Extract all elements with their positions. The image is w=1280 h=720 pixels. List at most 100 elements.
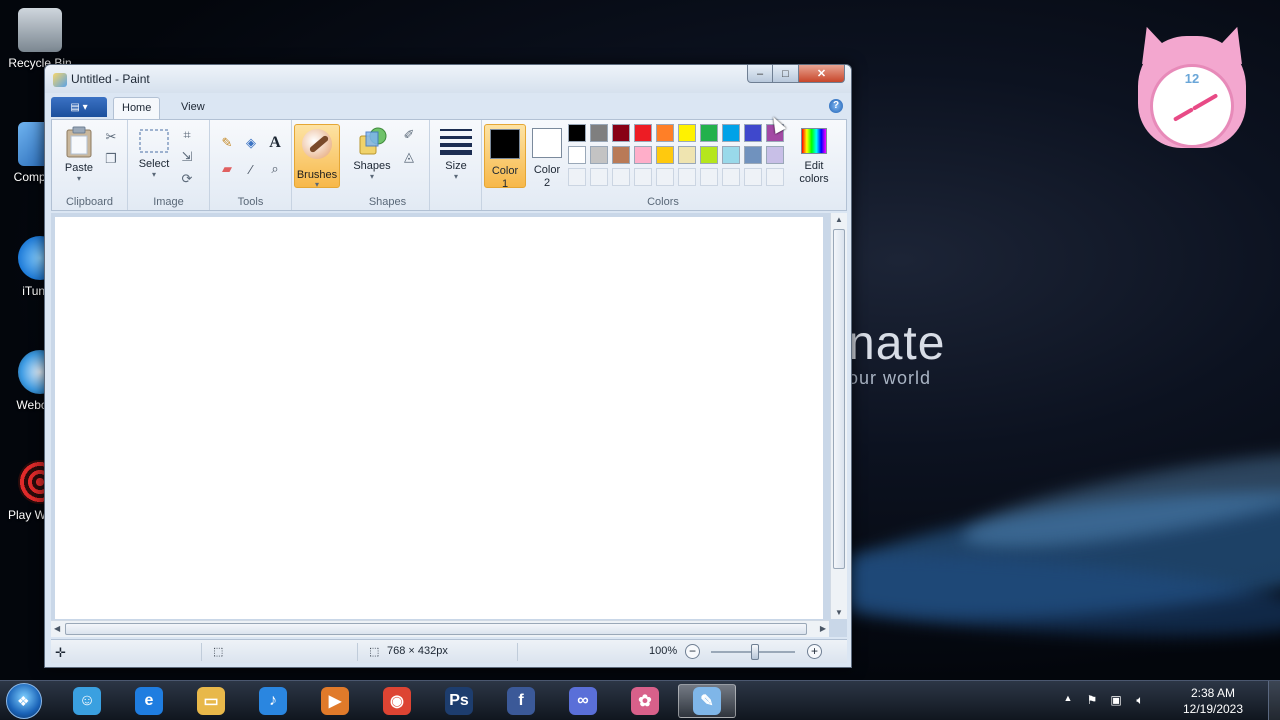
color-picker-icon[interactable]: ⁄ [242, 160, 260, 178]
palette-swatch[interactable] [700, 146, 718, 164]
taskbar-button-messenger[interactable]: ☺ [58, 684, 116, 718]
clipboard-icon [66, 126, 92, 158]
magnifier-icon[interactable]: ⌕ [266, 160, 284, 178]
title-bar[interactable]: Untitled - Paint – □ ✕ [45, 65, 851, 93]
show-hidden-icons-button[interactable]: ▲ [1060, 693, 1076, 709]
size-button[interactable]: Size ▾ [436, 126, 476, 181]
custom-palette-slot[interactable] [744, 168, 762, 186]
desktop-icon-recycle-bin[interactable]: Recycle Bin [4, 8, 76, 70]
status-bar: ✛ ⬚ ⬚ 768 × 432px 100% − + [51, 639, 847, 663]
fill-icon[interactable]: ◬ [400, 148, 418, 166]
custom-palette-slot[interactable] [678, 168, 696, 186]
vertical-scrollbar[interactable]: ▲ ▼ [830, 213, 847, 619]
palette-swatch[interactable] [656, 146, 674, 164]
color-2-button[interactable]: Color 2 [526, 124, 568, 189]
horizontal-scrollbar[interactable]: ◀ ▶ [51, 620, 829, 637]
vertical-scroll-thumb[interactable] [833, 229, 845, 569]
palette-swatch[interactable] [700, 124, 718, 142]
paint-menu-button[interactable]: ▤ ▾ [51, 97, 107, 117]
clock-gadget[interactable]: 12 [1131, 21, 1253, 156]
taskbar-button-internet-explorer[interactable]: e [120, 684, 178, 718]
show-desktop-button[interactable] [1268, 681, 1280, 720]
size-label: Size [445, 160, 467, 172]
volume-icon[interactable]: 🔈︎ [1132, 693, 1148, 709]
infinity-app-icon: ∞ [569, 687, 597, 715]
group-shapes: Shapes ▾ ✐ ◬ Shapes [346, 120, 430, 210]
palette-swatch[interactable] [568, 124, 586, 142]
cut-icon[interactable]: ✂ [102, 128, 120, 146]
taskbar-button-paint-app[interactable]: ✎ [678, 684, 736, 718]
custom-palette-slot[interactable] [612, 168, 630, 186]
brushes-button[interactable]: Brushes ▾ [294, 124, 340, 189]
taskbar-button-media-player[interactable]: ▶ [306, 684, 364, 718]
taskbar-button-paint-balloon[interactable]: ✿ [616, 684, 674, 718]
text-tool-icon[interactable]: A [266, 134, 284, 152]
fill-bucket-icon[interactable]: ◈ [242, 134, 260, 152]
rotate-icon[interactable]: ⟳ [178, 170, 196, 188]
palette-swatch[interactable] [744, 124, 762, 142]
custom-palette-slot[interactable] [722, 168, 740, 186]
zoom-slider-thumb[interactable] [751, 644, 759, 660]
taskbar: ❖ ☺ e ▭ ♪ ▶ ◉ Ps f ∞ ✿ ✎ ▲ ⚑ ▣ 🔈︎ 2:38 AM 12/19/20… [0, 680, 1280, 720]
network-icon[interactable]: ▣ [1108, 693, 1124, 709]
clock-hour-hand [1172, 107, 1194, 122]
tab-view[interactable]: View [173, 97, 213, 119]
taskbar-clock[interactable]: 2:38 AM 12/19/2023 [1180, 685, 1246, 717]
custom-palette-slot[interactable] [634, 168, 652, 186]
palette-swatch[interactable] [678, 146, 696, 164]
eraser-icon[interactable]: ▰ [218, 160, 236, 178]
select-button[interactable]: Select ▾ [134, 128, 174, 179]
pencil-icon[interactable]: ✎ [218, 134, 236, 152]
drawing-canvas[interactable] [55, 217, 823, 619]
crop-icon[interactable]: ⌗ [178, 126, 196, 144]
palette-swatch[interactable] [568, 146, 586, 164]
palette-swatch[interactable] [766, 146, 784, 164]
custom-palette-slot[interactable] [656, 168, 674, 186]
paint-app-icon [53, 73, 67, 87]
palette-swatch[interactable] [634, 124, 652, 142]
custom-palette-slot[interactable] [766, 168, 784, 186]
palette-swatch[interactable] [722, 146, 740, 164]
palette-swatch[interactable] [744, 146, 762, 164]
tab-home[interactable]: Home [113, 97, 161, 119]
maximize-button[interactable]: □ [773, 65, 799, 83]
custom-palette-slot[interactable] [700, 168, 718, 186]
zoom-out-button[interactable]: − [685, 644, 700, 659]
outline-icon[interactable]: ✐ [400, 126, 418, 144]
copy-icon[interactable]: ❐ [102, 150, 120, 168]
scroll-up-icon[interactable]: ▲ [835, 215, 843, 224]
resize-icon[interactable]: ⇲ [178, 148, 196, 166]
horizontal-scroll-thumb[interactable] [65, 623, 807, 635]
start-button[interactable]: ❖ [6, 683, 42, 719]
custom-palette-slot[interactable] [590, 168, 608, 186]
scroll-down-icon[interactable]: ▼ [835, 608, 843, 617]
minimize-button[interactable]: – [747, 65, 773, 83]
zoom-in-button[interactable]: + [807, 644, 822, 659]
help-icon[interactable]: ? [829, 99, 843, 113]
palette-swatch[interactable] [612, 146, 630, 164]
palette-swatch[interactable] [590, 124, 608, 142]
action-center-flag-icon[interactable]: ⚑ [1084, 693, 1100, 709]
taskbar-button-facebook[interactable]: f [492, 684, 550, 718]
taskbar-button-chrome[interactable]: ◉ [368, 684, 426, 718]
palette-swatch[interactable] [656, 124, 674, 142]
custom-palette-slot[interactable] [568, 168, 586, 186]
palette-swatch[interactable] [634, 146, 652, 164]
palette-swatch[interactable] [722, 124, 740, 142]
palette-swatch[interactable] [612, 124, 630, 142]
palette-swatch[interactable] [590, 146, 608, 164]
scroll-right-icon[interactable]: ▶ [820, 624, 826, 633]
edit-colors-button[interactable]: Edit colors [794, 128, 834, 186]
taskbar-button-file-explorer[interactable]: ▭ [182, 684, 240, 718]
clock-number-12: 12 [1184, 71, 1200, 86]
taskbar-button-itunes[interactable]: ♪ [244, 684, 302, 718]
paste-button[interactable]: Paste ▾ [60, 126, 98, 183]
taskbar-button-infinity-app[interactable]: ∞ [554, 684, 612, 718]
palette-swatch[interactable] [678, 124, 696, 142]
shapes-button[interactable]: Shapes ▾ [350, 126, 394, 181]
scroll-left-icon[interactable]: ◀ [54, 624, 60, 633]
taskbar-button-photoshop[interactable]: Ps [430, 684, 488, 718]
color-1-button[interactable]: Color 1 [484, 124, 526, 190]
color-1-swatch [490, 129, 520, 159]
close-button[interactable]: ✕ [799, 65, 845, 83]
